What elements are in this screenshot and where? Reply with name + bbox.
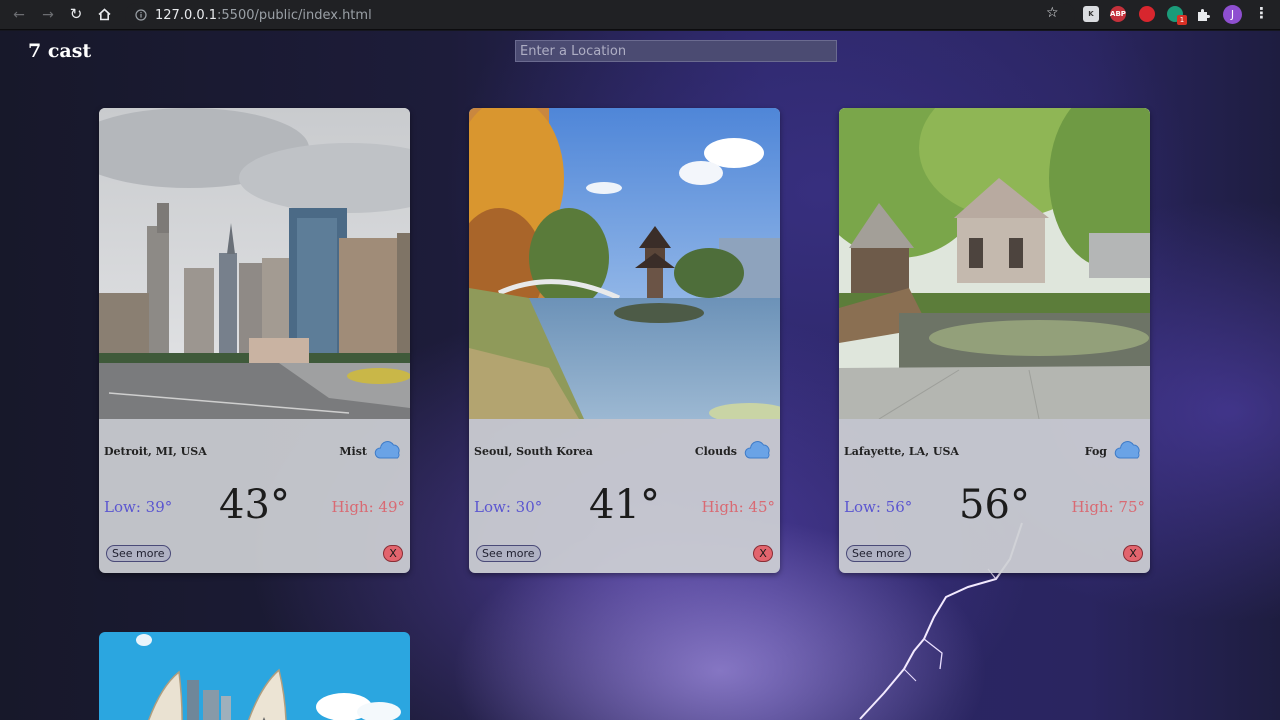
city-photo-detroit xyxy=(99,108,410,419)
extension-red-icon[interactable] xyxy=(1139,6,1155,22)
weather-condition: Fog xyxy=(1084,445,1107,458)
city-name: Seoul, South Korea xyxy=(474,445,593,458)
site-info-icon[interactable] xyxy=(135,9,147,21)
weather-card-detroit: Detroit, MI, USA Mist Low: 39° 43° High:… xyxy=(99,108,410,573)
see-more-button[interactable]: See more xyxy=(106,545,171,562)
browser-toolbar: ← → ↻ 127.0.0.1:5500/public/index.html ☆… xyxy=(0,0,1280,30)
profile-avatar[interactable]: J xyxy=(1223,5,1242,24)
home-icon[interactable] xyxy=(95,5,113,23)
city-photo-lafayette xyxy=(839,108,1150,419)
weather-card-seoul: Seoul, South Korea Clouds Low: 30° 41° H… xyxy=(469,108,780,573)
back-icon[interactable]: ← xyxy=(10,6,28,24)
city-photo-sydney xyxy=(99,632,410,720)
city-name: Detroit, MI, USA xyxy=(104,445,207,458)
adblock-icon[interactable]: ABP xyxy=(1110,6,1126,22)
extension-badge: 1 xyxy=(1177,15,1187,25)
city-name: Lafayette, LA, USA xyxy=(844,445,959,458)
remove-card-button[interactable]: X xyxy=(383,545,403,562)
extensions-puzzle-icon[interactable] xyxy=(1196,7,1210,26)
url-host: 127.0.0.1 xyxy=(155,7,218,23)
page-background: 7 cast Enter a Location Detroit, MI, USA… xyxy=(0,31,1280,720)
high-temp: High: 75° xyxy=(1071,498,1145,516)
weather-condition: Mist xyxy=(339,445,367,458)
see-more-button[interactable]: See more xyxy=(846,545,911,562)
bookmark-star-icon[interactable]: ☆ xyxy=(1046,5,1059,21)
app-logo[interactable]: 7 cast xyxy=(28,40,91,62)
high-temp: High: 45° xyxy=(701,498,775,516)
forward-icon[interactable]: → xyxy=(39,6,57,24)
high-temp: High: 49° xyxy=(331,498,405,516)
see-more-button[interactable]: See more xyxy=(476,545,541,562)
remove-card-button[interactable]: X xyxy=(1123,545,1143,562)
reload-icon[interactable]: ↻ xyxy=(67,5,85,23)
weather-card-lafayette: Lafayette, LA, USA Fog Low: 56° 56° High… xyxy=(839,108,1150,573)
cloud-icon xyxy=(1114,441,1140,459)
remove-card-button[interactable]: X xyxy=(753,545,773,562)
city-photo-seoul xyxy=(469,108,780,419)
weather-condition: Clouds xyxy=(694,445,737,458)
weather-card-sydney-partial xyxy=(99,632,410,720)
cloud-icon xyxy=(374,441,400,459)
url-path: :5500/public/index.html xyxy=(217,7,372,23)
browser-menu-icon[interactable]: ⋮ xyxy=(1254,4,1269,22)
extension-k-icon[interactable]: K xyxy=(1083,6,1099,22)
address-bar[interactable]: 127.0.0.1:5500/public/index.html xyxy=(125,3,1075,27)
location-search-input[interactable] xyxy=(515,40,837,62)
cloud-icon xyxy=(744,441,770,459)
